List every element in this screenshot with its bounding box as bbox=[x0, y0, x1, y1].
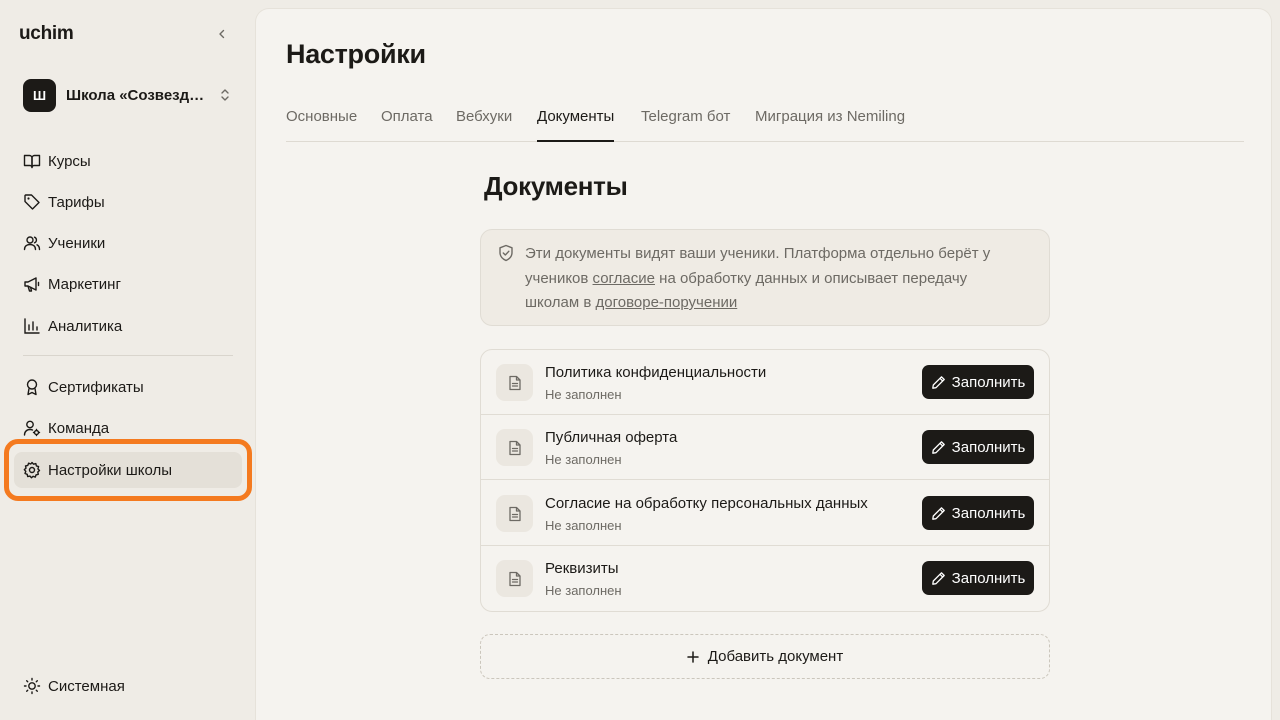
megaphone-icon bbox=[23, 275, 41, 293]
fill-button[interactable]: Заполнить bbox=[922, 430, 1034, 464]
agency-agreement-link[interactable]: договоре-поручении bbox=[596, 294, 738, 311]
fill-button[interactable]: Заполнить bbox=[922, 496, 1034, 530]
consent-link[interactable]: согласие bbox=[593, 270, 655, 287]
sidebar-item-analytics[interactable]: Аналитика bbox=[14, 308, 242, 344]
pencil-icon bbox=[931, 506, 945, 520]
chevron-left-icon bbox=[219, 29, 225, 39]
documents-list: Политика конфиденциальности Не заполнен … bbox=[480, 349, 1050, 612]
document-icon bbox=[496, 560, 533, 597]
sidebar-item-label: Маркетинг bbox=[48, 275, 121, 293]
pencil-icon bbox=[931, 375, 945, 389]
fill-button[interactable]: Заполнить bbox=[922, 561, 1034, 595]
school-name: Школа «Созвездие» bbox=[66, 87, 208, 104]
sidebar-item-marketing[interactable]: Маркетинг bbox=[14, 266, 242, 302]
theme-label: Системная bbox=[48, 677, 125, 695]
pencil-icon bbox=[931, 571, 945, 585]
list-item: Политика конфиденциальности Не заполнен … bbox=[481, 350, 1049, 415]
info-text: Эти документы видят ваши ученики. Платфо… bbox=[525, 245, 991, 311]
sidebar-divider bbox=[23, 355, 233, 356]
document-status: Не заполнен bbox=[545, 583, 622, 598]
document-icon bbox=[496, 429, 533, 466]
tab-migration[interactable]: Миграция из Nemiling bbox=[755, 97, 905, 141]
users-icon bbox=[23, 234, 41, 252]
sidebar-item-team[interactable]: Команда bbox=[14, 410, 242, 446]
chevron-up-down-icon bbox=[218, 86, 232, 104]
list-item: Согласие на обработку персональных данны… bbox=[481, 481, 1049, 546]
sun-icon bbox=[23, 677, 41, 695]
document-title: Публичная оферта bbox=[545, 429, 678, 446]
pencil-icon bbox=[931, 440, 945, 454]
school-avatar: Ш bbox=[23, 78, 56, 112]
sidebar-item-label: Настройки школы bbox=[48, 461, 173, 479]
document-status: Не заполнен bbox=[545, 452, 622, 467]
document-status: Не заполнен bbox=[545, 518, 622, 533]
sidebar-item-courses[interactable]: Курсы bbox=[14, 143, 242, 179]
tab-webhooks[interactable]: Вебхуки bbox=[456, 97, 512, 141]
document-title: Политика конфиденциальности bbox=[545, 364, 767, 381]
sidebar-item-label: Аналитика bbox=[48, 317, 123, 335]
sidebar-item-certificates[interactable]: Сертификаты bbox=[14, 369, 242, 405]
tab-telegram-bot[interactable]: Telegram бот bbox=[641, 97, 730, 141]
page-title: Настройки bbox=[286, 39, 426, 69]
list-item: Публичная оферта Не заполнен Заполнить bbox=[481, 415, 1049, 480]
sidebar-item-school-settings[interactable]: Настройки школы bbox=[14, 452, 242, 488]
tag-icon bbox=[23, 193, 41, 211]
settings-tabs: Основные Оплата Вебхуки Документы Telegr… bbox=[286, 97, 1244, 142]
document-icon bbox=[496, 364, 533, 401]
plus-icon bbox=[687, 650, 699, 663]
sidebar-item-label: Сертификаты bbox=[48, 378, 144, 396]
school-switcher[interactable]: Ш Школа «Созвездие» bbox=[14, 72, 242, 118]
book-open-icon bbox=[23, 152, 41, 170]
school-name-text: Школа «Созвездие» bbox=[66, 86, 208, 104]
bar-chart-icon bbox=[23, 317, 41, 335]
sidebar-item-label: Тарифы bbox=[48, 193, 105, 211]
theme-toggle[interactable]: Системная bbox=[14, 668, 242, 704]
document-title: Реквизиты bbox=[545, 560, 619, 577]
document-title: Согласие на обработку персональных данны… bbox=[545, 495, 868, 512]
document-status: Не заполнен bbox=[545, 387, 622, 402]
user-cog-icon bbox=[23, 419, 41, 437]
add-document-button[interactable]: Добавить документ bbox=[480, 634, 1050, 679]
tab-payment[interactable]: Оплата bbox=[381, 97, 433, 141]
sidebar-item-label: Ученики bbox=[48, 234, 106, 252]
sidebar-item-label: Команда bbox=[48, 419, 110, 437]
document-icon bbox=[496, 495, 533, 532]
main-panel: Настройки Основные Оплата Вебхуки Докуме… bbox=[255, 8, 1272, 720]
tab-documents[interactable]: Документы bbox=[537, 97, 615, 142]
sidebar-item-students[interactable]: Ученики bbox=[14, 225, 242, 261]
gear-icon bbox=[23, 461, 41, 479]
info-notice: Эти документы видят ваши ученики. Платфо… bbox=[480, 229, 1050, 326]
section-title: Документы bbox=[484, 171, 628, 201]
shield-check-icon bbox=[499, 244, 513, 262]
award-icon bbox=[23, 378, 41, 396]
sidebar: uchim Ш Школа «Созвездие» Курсы Тарифы У… bbox=[0, 0, 255, 720]
tab-general[interactable]: Основные bbox=[286, 97, 357, 141]
list-item: Реквизиты Не заполнен Заполнить bbox=[481, 546, 1049, 611]
sidebar-item-tariffs[interactable]: Тарифы bbox=[14, 184, 242, 220]
app-logo[interactable]: uchim bbox=[19, 23, 74, 45]
fill-button[interactable]: Заполнить bbox=[922, 365, 1034, 399]
sidebar-item-label: Курсы bbox=[48, 152, 91, 170]
collapse-sidebar-button[interactable] bbox=[212, 24, 232, 44]
